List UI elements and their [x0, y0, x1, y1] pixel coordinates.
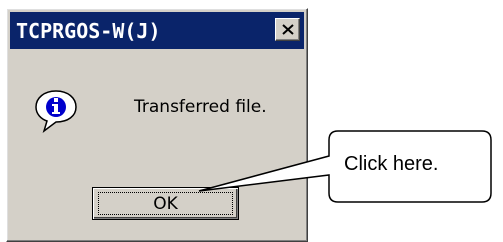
close-button[interactable] — [275, 18, 300, 41]
dialog-message: Transferred file. — [134, 97, 267, 117]
title-bar[interactable]: TCPRGOS-W(J) — [10, 12, 304, 49]
dialog-title: TCPRGOS-W(J) — [16, 18, 161, 43]
info-icon — [35, 90, 77, 133]
callout-text: Click here. — [344, 153, 439, 175]
ok-label: OK — [153, 193, 178, 214]
close-icon — [281, 24, 294, 35]
message-dialog: TCPRGOS-W(J) Transferred file. OK — [6, 8, 308, 242]
ok-button[interactable]: OK — [92, 187, 239, 220]
